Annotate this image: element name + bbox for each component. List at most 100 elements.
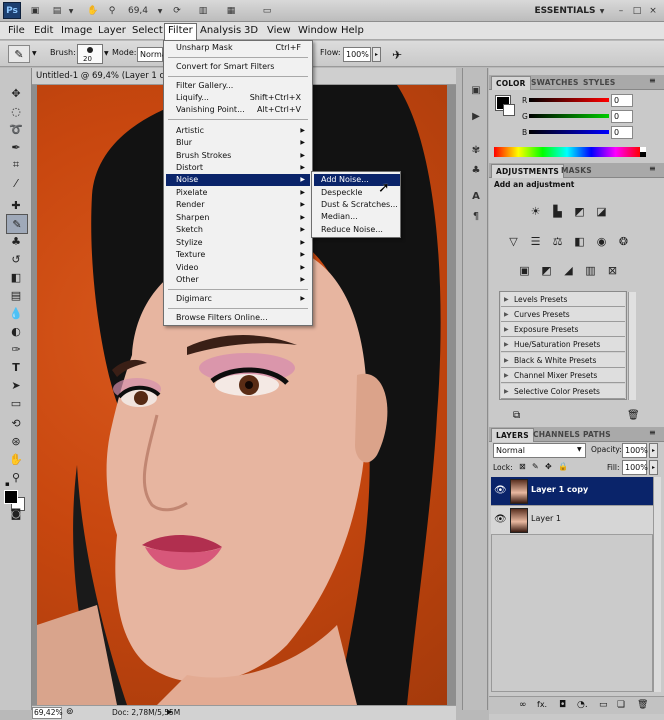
zoom-level[interactable]: 69,4 bbox=[122, 3, 154, 19]
menu-file[interactable]: File bbox=[5, 24, 28, 38]
tab-adjustments[interactable]: ADJUSTMENTS bbox=[491, 164, 565, 178]
layer-row[interactable]: 👁 Layer 1 bbox=[491, 506, 653, 535]
zoom-dropdown-icon[interactable]: ▼ bbox=[156, 3, 164, 19]
menu-item-unsharp-mask[interactable]: Unsharp Mask Ctrl+F bbox=[166, 42, 310, 54]
opacity-slider-button[interactable]: ▸ bbox=[649, 443, 658, 458]
type-tool-icon[interactable]: T bbox=[6, 358, 26, 376]
actions-panel-icon[interactable]: ▶ bbox=[467, 108, 485, 124]
move-tool-icon[interactable]: ✥ bbox=[6, 84, 26, 102]
threshold-icon[interactable]: ◢ bbox=[560, 263, 577, 278]
preset-hue-saturation[interactable]: Hue/Saturation Presets bbox=[501, 337, 625, 352]
mode-select[interactable]: Normal bbox=[137, 47, 169, 62]
chevron-down-icon[interactable]: ▼ bbox=[67, 3, 75, 19]
presets-scrollbar[interactable] bbox=[628, 292, 636, 400]
3d-orbit-tool-icon[interactable]: ⊛ bbox=[6, 432, 26, 450]
add-mask-icon[interactable]: ◘ bbox=[559, 700, 566, 710]
channel-g-slider[interactable] bbox=[529, 114, 609, 118]
menu-item-artistic[interactable]: Artistic ▶ bbox=[166, 125, 310, 137]
menu-item-browse-filters-online[interactable]: Browse Filters Online... bbox=[166, 312, 310, 324]
menu-layer[interactable]: Layer bbox=[95, 24, 129, 38]
layers-scrollbar[interactable] bbox=[653, 477, 661, 692]
menu-help[interactable]: Help bbox=[338, 24, 367, 38]
lasso-tool-icon[interactable]: ➰ bbox=[6, 120, 26, 138]
channel-g-value[interactable]: 0 bbox=[611, 110, 633, 123]
menu-item-pixelate[interactable]: Pixelate ▶ bbox=[166, 187, 310, 199]
channel-mixer-icon[interactable]: ❂ bbox=[615, 234, 632, 249]
channel-r-value[interactable]: 0 bbox=[611, 94, 633, 107]
menu-item-other[interactable]: Other ▶ bbox=[166, 274, 310, 286]
hand-view-icon[interactable]: ✋ bbox=[86, 3, 100, 19]
menu-item-blur[interactable]: Blur ▶ bbox=[166, 137, 310, 149]
menu-item-texture[interactable]: Texture ▶ bbox=[166, 249, 310, 261]
tab-color[interactable]: COLOR bbox=[491, 76, 531, 90]
link-layers-icon[interactable]: ∞ bbox=[519, 700, 527, 710]
status-menu-arrow-icon[interactable]: ▶ bbox=[167, 708, 172, 716]
preset-channel-mixer[interactable]: Channel Mixer Presets bbox=[501, 368, 625, 383]
layer-style-icon[interactable]: fx. bbox=[537, 700, 547, 709]
curves-icon[interactable]: ◩ bbox=[571, 204, 588, 219]
new-layer-icon[interactable]: ❏ bbox=[617, 700, 625, 710]
workspace-switcher[interactable]: ESSENTIALS bbox=[530, 3, 600, 19]
levels-icon[interactable]: ▙ bbox=[549, 204, 566, 219]
tab-masks[interactable]: MASKS bbox=[557, 164, 596, 177]
tab-layers[interactable]: LAYERS bbox=[491, 428, 534, 442]
close-button[interactable]: × bbox=[646, 3, 660, 19]
eyedropper-tool-icon[interactable]: ⁄ bbox=[6, 174, 26, 192]
menu-analysis[interactable]: Analysis bbox=[197, 24, 244, 38]
fill-slider-button[interactable]: ▸ bbox=[649, 460, 658, 475]
3d-rotate-tool-icon[interactable]: ⟲ bbox=[6, 414, 26, 432]
maximize-button[interactable]: □ bbox=[630, 3, 644, 19]
menu-item-sketch[interactable]: Sketch ▶ bbox=[166, 224, 310, 236]
quick-selection-tool-icon[interactable]: ✒ bbox=[6, 138, 26, 156]
gradient-map-icon[interactable]: ▥ bbox=[582, 263, 599, 278]
menu-item-liquify[interactable]: Liquify... Shift+Ctrl+X bbox=[166, 92, 310, 104]
screen-mode-icon[interactable]: ▭ bbox=[258, 3, 276, 19]
clip-to-layer-icon[interactable]: ⧉ bbox=[513, 410, 520, 421]
flow-input[interactable]: 100% bbox=[343, 47, 371, 62]
blend-mode-dropdown-icon[interactable]: ▼ bbox=[577, 446, 582, 453]
black-white-icon[interactable]: ◧ bbox=[571, 234, 588, 249]
visibility-eye-icon[interactable]: 👁 bbox=[494, 514, 507, 525]
brush-tool-icon[interactable]: ✎ bbox=[6, 214, 28, 234]
rotate-view-icon[interactable]: ⟳ bbox=[170, 3, 184, 19]
menu-image[interactable]: Image bbox=[58, 24, 95, 38]
lock-all-icon[interactable]: 🔒 bbox=[558, 462, 568, 471]
minimize-button[interactable]: – bbox=[614, 3, 628, 19]
menu-item-render[interactable]: Render ▶ bbox=[166, 199, 310, 211]
status-zoom-field[interactable]: 69,42% bbox=[32, 707, 63, 719]
menu-item-vanishing-point[interactable]: Vanishing Point... Alt+Ctrl+V bbox=[166, 104, 310, 116]
lock-position-icon[interactable]: ✥ bbox=[545, 462, 552, 471]
clone-stamp-tool-icon[interactable]: ♣ bbox=[6, 232, 26, 250]
preset-curves[interactable]: Curves Presets bbox=[501, 307, 625, 322]
dodge-tool-icon[interactable]: ◐ bbox=[6, 322, 26, 340]
history-brush-tool-icon[interactable]: ↺ bbox=[6, 250, 26, 268]
path-selection-tool-icon[interactable]: ➤ bbox=[6, 376, 26, 394]
crop-tool-icon[interactable]: ⌗ bbox=[6, 156, 26, 174]
panel-menu-icon[interactable]: ≡ bbox=[649, 76, 656, 85]
marquee-tool-icon[interactable]: ◌ bbox=[6, 102, 26, 120]
menu-window[interactable]: Window bbox=[295, 24, 340, 38]
paragraph-panel-icon[interactable]: ¶ bbox=[467, 208, 485, 224]
brushes-panel-icon[interactable]: ✾ bbox=[467, 142, 485, 158]
invert-icon[interactable]: ▣ bbox=[516, 263, 533, 278]
posterize-icon[interactable]: ◩ bbox=[538, 263, 555, 278]
preset-selective-color[interactable]: Selective Color Presets bbox=[501, 384, 625, 399]
layers-menu-icon[interactable]: ≡ bbox=[649, 428, 656, 437]
tab-styles[interactable]: STYLES bbox=[579, 76, 619, 89]
photo-filter-icon[interactable]: ◉ bbox=[593, 234, 610, 249]
menu-3d[interactable]: 3D bbox=[241, 24, 261, 38]
hue-saturation-icon[interactable]: ☰ bbox=[527, 234, 544, 249]
adjustments-trash-icon[interactable]: 🗑 bbox=[627, 410, 640, 421]
bridge-icon[interactable]: ▣ bbox=[27, 3, 43, 19]
mini-bridge-icon[interactable]: ▤ bbox=[49, 3, 65, 19]
menu-filter[interactable]: Filter bbox=[164, 23, 197, 40]
zoom-view-icon[interactable]: ⚲ bbox=[105, 3, 119, 19]
blur-tool-icon[interactable]: 💧 bbox=[6, 304, 26, 322]
new-adjustment-layer-icon[interactable]: ◔. bbox=[577, 700, 588, 710]
clone-source-panel-icon[interactable]: ♣ bbox=[467, 162, 485, 178]
brush-preset-picker[interactable]: 20 bbox=[77, 44, 103, 64]
default-colors-icon[interactable]: ▪ bbox=[5, 480, 15, 490]
lock-image-icon[interactable]: ✎ bbox=[532, 462, 539, 471]
quick-mask-icon[interactable]: ◙ bbox=[6, 504, 26, 522]
lock-transparency-icon[interactable]: ⊠ bbox=[519, 462, 526, 471]
